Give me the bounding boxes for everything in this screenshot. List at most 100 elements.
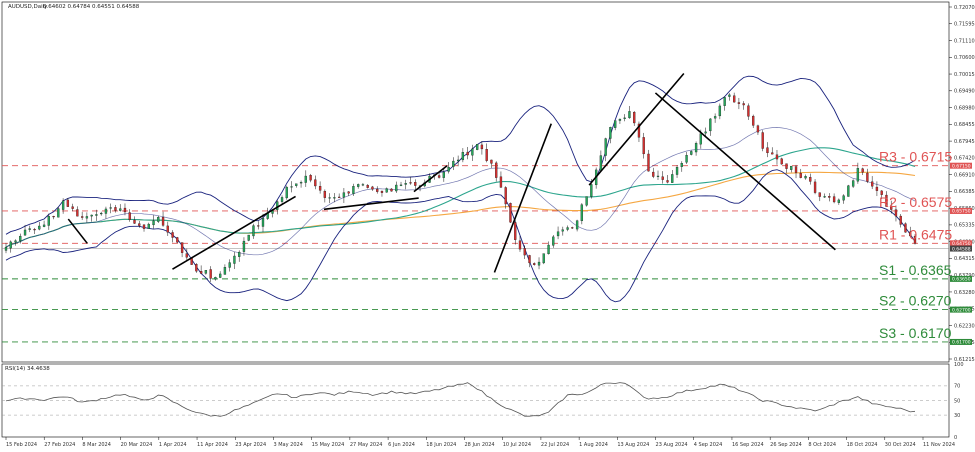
price-tick-label: 0.71110 — [954, 38, 975, 44]
candle-body — [9, 241, 12, 249]
candle-body — [685, 155, 688, 163]
rsi-line — [5, 382, 916, 417]
candle-body — [476, 144, 479, 150]
candle-body — [309, 175, 312, 181]
candle-body — [556, 231, 560, 237]
candle-body — [147, 223, 150, 229]
price-tick-label: 0.64315 — [954, 256, 975, 262]
x-tick-label: 16 Sep 2024 — [732, 442, 764, 448]
candle-body — [195, 264, 198, 272]
x-tick-label: 23 Apr 2024 — [235, 442, 266, 448]
candle-body — [138, 223, 141, 226]
moving-average-slow — [5, 171, 916, 248]
candle-body — [114, 207, 117, 211]
candle-body — [133, 219, 136, 224]
level-price-tag-text: 0.67150 — [952, 163, 971, 169]
price-tick-label: 0.66910 — [954, 172, 975, 178]
x-tick-label: 22 Jul 2024 — [541, 442, 569, 448]
level-label: R2 - 0.6575 — [879, 194, 952, 210]
x-tick-label: 1 Apr 2024 — [159, 442, 187, 448]
candle-body — [100, 212, 103, 215]
candle-body — [304, 175, 307, 183]
x-tick-label: 11 Apr 2024 — [197, 442, 228, 448]
candle-body — [376, 188, 379, 192]
trend-line — [654, 92, 836, 251]
candle-body — [238, 251, 241, 257]
candle-body — [861, 168, 864, 173]
candle-body — [242, 240, 246, 252]
candle-body — [14, 240, 17, 243]
level-price-tag-text: 0.63650 — [952, 277, 971, 283]
candle-body — [328, 197, 331, 199]
candle-body — [604, 138, 607, 156]
candle-body — [756, 125, 760, 133]
level-label: R3 - 0.6715 — [879, 149, 952, 165]
x-tick-label: 10 Jul 2024 — [503, 442, 531, 448]
x-tick-label: 13 Aug 2024 — [617, 442, 649, 448]
candle-body — [166, 225, 169, 233]
rsi-panel: 100 70 50 30 0 — [2, 362, 964, 441]
candle-body — [804, 176, 807, 179]
candle-body — [142, 224, 146, 229]
candle-body — [709, 118, 712, 132]
candlesticks — [4, 92, 917, 282]
candle-body — [361, 184, 365, 186]
candle-body — [295, 183, 298, 186]
level-price-tag-text: 0.62700 — [952, 307, 971, 313]
trend-lines — [67, 73, 836, 273]
candle-body — [104, 208, 108, 214]
x-tick-label: 8 Oct 2024 — [808, 442, 836, 448]
x-tick-label: 8 Mar 2024 — [82, 442, 111, 448]
candle-body — [399, 184, 403, 186]
candle-body — [380, 190, 384, 193]
candle-body — [442, 171, 445, 178]
candle-body — [61, 200, 65, 210]
candle-body — [737, 102, 741, 104]
candle-body — [90, 214, 93, 217]
candle-body — [899, 215, 902, 225]
current-price-tag-text: 0.64588 — [952, 246, 971, 252]
candle-body — [47, 216, 50, 226]
candle-body — [123, 207, 127, 213]
rsi-tick-label: 70 — [954, 384, 960, 390]
candle-body — [590, 184, 593, 197]
candle-body — [95, 214, 98, 216]
candle-body — [485, 149, 488, 161]
candle-body — [575, 220, 579, 230]
candle-body — [252, 225, 255, 237]
candle-body — [842, 195, 845, 201]
trend-line — [588, 73, 685, 186]
candle-body — [109, 207, 112, 209]
candle-body — [76, 209, 79, 217]
candle-body — [618, 118, 622, 121]
candle-body — [199, 271, 203, 274]
bollinger-lower — [5, 169, 916, 303]
candle-body — [414, 182, 417, 186]
candle-body — [866, 172, 869, 182]
candle-body — [718, 105, 722, 117]
candle-body — [318, 186, 322, 191]
candle-body — [395, 184, 398, 192]
candle-body — [542, 253, 545, 264]
level-label: R1 - 0.6475 — [879, 226, 952, 242]
candle-body — [742, 103, 745, 106]
candle-body — [342, 192, 346, 198]
price-tick-label: 0.68455 — [954, 122, 975, 128]
candle-body — [4, 247, 8, 251]
candle-body — [333, 197, 336, 199]
candle-body — [747, 105, 750, 117]
x-tick-label: 18 Oct 2024 — [847, 442, 878, 448]
price-tick-label: 0.71595 — [954, 22, 975, 28]
price-tick-label: 0.66385 — [954, 189, 975, 195]
candle-body — [323, 191, 327, 198]
candle-body — [85, 216, 89, 219]
candle-body — [609, 127, 612, 139]
candle-body — [623, 117, 626, 119]
candle-body — [385, 188, 388, 193]
x-tick-label: 11 Nov 2024 — [923, 442, 955, 448]
rsi-label: RSI(14) 34.4638 — [5, 366, 50, 372]
candle-body — [547, 244, 550, 255]
candle-body — [656, 175, 660, 177]
candle-body — [176, 237, 179, 243]
price-chart: 0.72070 0.71595 0.71110 0.70600 0.70015 0.694… — [1, 1, 975, 448]
